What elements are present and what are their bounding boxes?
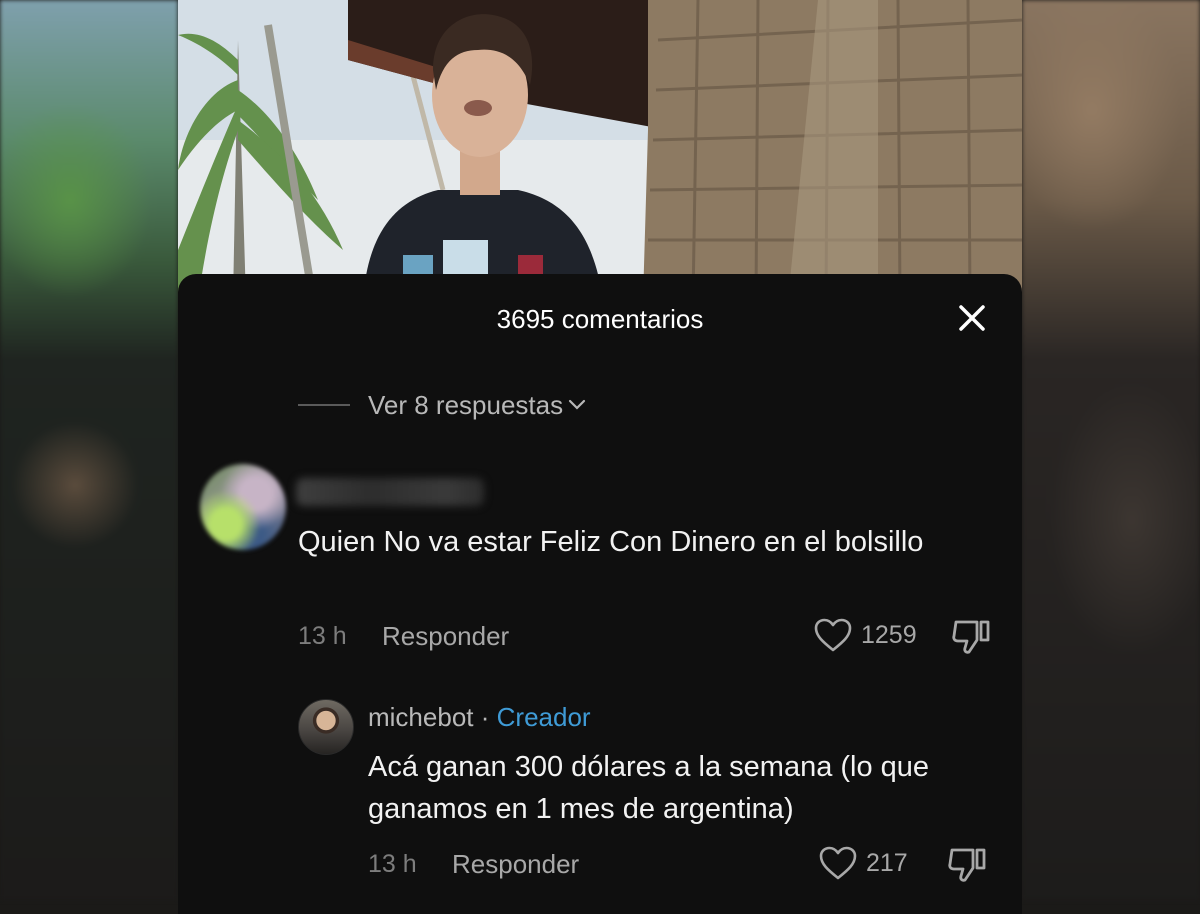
heart-icon bbox=[819, 846, 857, 880]
creator-badge: Creador bbox=[496, 702, 591, 732]
creator-avatar[interactable] bbox=[298, 699, 354, 755]
thumbs-down-icon bbox=[952, 620, 990, 654]
comments-count-title: 3695 comentarios bbox=[496, 304, 704, 334]
comment-time: 13 h bbox=[298, 622, 347, 650]
creator-username[interactable]: michebot bbox=[368, 702, 474, 732]
close-button[interactable] bbox=[956, 302, 988, 334]
commenter-avatar[interactable] bbox=[200, 464, 286, 550]
reply-text: Acá ganan 300 dólares a la semana (lo qu… bbox=[368, 751, 930, 825]
chevron-down-icon bbox=[569, 399, 586, 410]
blurred-username[interactable] bbox=[296, 478, 484, 506]
heart-icon bbox=[814, 618, 852, 652]
blurred-background-left bbox=[0, 0, 178, 900]
reply-dislike-button[interactable] bbox=[946, 844, 988, 891]
thumbs-down-icon bbox=[948, 848, 986, 882]
name-separator: · bbox=[480, 702, 490, 732]
replies-divider-line bbox=[298, 404, 350, 406]
blurred-background-right bbox=[1022, 0, 1200, 900]
like-count: 1259 bbox=[861, 620, 917, 649]
reply-like-count: 217 bbox=[866, 848, 908, 877]
video-scene bbox=[178, 0, 1022, 300]
reply-reply-button[interactable]: Responder bbox=[452, 849, 579, 880]
dislike-button[interactable] bbox=[950, 616, 992, 663]
view-replies-button[interactable]: Ver 8 respuestas bbox=[298, 388, 587, 422]
like-button[interactable]: 1259 bbox=[813, 617, 917, 653]
comment-text: Quien No va estar Feliz Con Dinero en el… bbox=[298, 526, 924, 558]
reply-time: 13 h bbox=[368, 850, 417, 878]
video-frame[interactable] bbox=[178, 0, 1022, 300]
comments-panel: 3695 comentarios Ver 8 respuestas Quien … bbox=[178, 274, 1022, 914]
reply-button[interactable]: Responder bbox=[382, 621, 509, 652]
close-icon bbox=[959, 305, 985, 331]
reply-like-button[interactable]: 217 bbox=[818, 845, 908, 881]
reply-header: michebot · Creador bbox=[368, 702, 591, 733]
view-replies-label: Ver 8 respuestas bbox=[368, 389, 564, 420]
